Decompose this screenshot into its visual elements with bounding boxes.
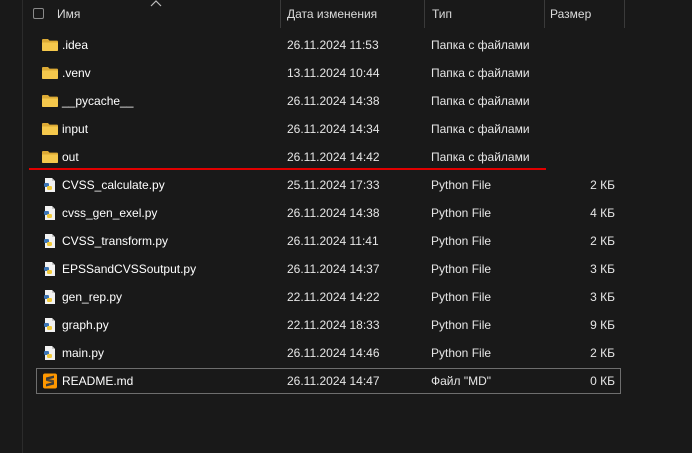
- folder-row[interactable]: .idea 26.11.2024 11:53 Папка с файлами: [0, 31, 692, 59]
- file-name: CVSS_calculate.py: [62, 178, 165, 192]
- red-underline-annotation: [29, 168, 546, 170]
- column-divider[interactable]: [424, 0, 425, 28]
- file-date-modified: 26.11.2024 14:38: [287, 206, 380, 220]
- file-name: __pycache__: [62, 94, 134, 108]
- file-size: 3 КБ: [590, 262, 615, 276]
- python-file-icon: [41, 261, 59, 277]
- sublime-text-file-icon: [41, 373, 59, 389]
- folder-icon: [41, 65, 59, 81]
- column-header-date[interactable]: Дата изменения: [287, 0, 377, 28]
- file-row[interactable]: gen_rep.py 22.11.2024 14:22 Python File 3 К…: [0, 283, 692, 311]
- file-type: Файл "MD": [431, 374, 492, 388]
- file-type: Папка с файлами: [431, 122, 530, 136]
- python-file-icon: [41, 289, 59, 305]
- file-type: Папка с файлами: [431, 66, 530, 80]
- file-date-modified: 26.11.2024 14:37: [287, 262, 380, 276]
- file-type: Папка с файлами: [431, 94, 530, 108]
- file-date-modified: 13.11.2024 10:44: [287, 66, 380, 80]
- file-size: 3 КБ: [590, 290, 615, 304]
- file-name: cvss_gen_exel.py: [62, 206, 158, 220]
- file-size: 2 КБ: [590, 178, 615, 192]
- column-header-size[interactable]: Размер: [550, 0, 591, 28]
- file-type: Python File: [431, 290, 492, 304]
- file-date-modified: 26.11.2024 14:38: [287, 94, 380, 108]
- folder-row[interactable]: __pycache__ 26.11.2024 14:38 Папка с файла…: [0, 87, 692, 115]
- folder-row[interactable]: input 26.11.2024 14:34 Папка с файлами: [0, 115, 692, 143]
- file-size: 0 КБ: [590, 374, 615, 388]
- file-type: Папка с файлами: [431, 38, 530, 52]
- sort-ascending-icon: [150, 0, 162, 7]
- file-type: Python File: [431, 262, 492, 276]
- file-row[interactable]: EPSSandCVSSoutput.py 26.11.2024 14:37 Pyth…: [0, 255, 692, 283]
- file-date-modified: 26.11.2024 14:34: [287, 122, 380, 136]
- file-name: .idea: [62, 38, 89, 52]
- folder-row[interactable]: out 26.11.2024 14:42 Папка с файлами: [0, 143, 692, 171]
- file-row[interactable]: CVSS_calculate.py 25.11.2024 17:33 Python …: [0, 171, 692, 199]
- python-file-icon: [41, 233, 59, 249]
- file-date-modified: 26.11.2024 14:47: [287, 374, 380, 388]
- file-date-modified: 22.11.2024 18:33: [287, 318, 380, 332]
- file-date-modified: 22.11.2024 14:22: [287, 290, 380, 304]
- file-name: CVSS_transform.py: [62, 234, 169, 248]
- file-type: Python File: [431, 346, 492, 360]
- folder-icon: [41, 121, 59, 137]
- file-row[interactable]: CVSS_transform.py 26.11.2024 11:41 Python …: [0, 227, 692, 255]
- file-row[interactable]: graph.py 22.11.2024 18:33 Python File 9 КБ: [0, 311, 692, 339]
- file-size: 2 КБ: [590, 234, 615, 248]
- column-divider[interactable]: [544, 0, 545, 28]
- file-row[interactable]: cvss_gen_exel.py 26.11.2024 14:38 Python F…: [0, 199, 692, 227]
- file-name: .venv: [62, 66, 91, 80]
- file-size: 4 КБ: [590, 206, 615, 220]
- file-name: README.md: [62, 374, 134, 388]
- python-file-icon: [41, 345, 59, 361]
- file-row[interactable]: README.md 26.11.2024 14:47 Файл "MD" 0 КБ: [0, 367, 692, 395]
- python-file-icon: [41, 317, 59, 333]
- file-type: Python File: [431, 318, 492, 332]
- file-size: 9 КБ: [590, 318, 615, 332]
- file-type: Python File: [431, 234, 492, 248]
- file-name: EPSSandCVSSoutput.py: [62, 262, 197, 276]
- column-divider[interactable]: [624, 0, 625, 28]
- file-type: Python File: [431, 178, 492, 192]
- python-file-icon: [41, 177, 59, 193]
- folder-row[interactable]: .venv 13.11.2024 10:44 Папка с файлами: [0, 59, 692, 87]
- column-header-type[interactable]: Тип: [432, 0, 452, 28]
- column-header-name[interactable]: Имя: [57, 0, 80, 28]
- file-name: gen_rep.py: [62, 290, 123, 304]
- file-name: out: [62, 150, 79, 164]
- file-date-modified: 26.11.2024 14:46: [287, 346, 380, 360]
- file-type: Папка с файлами: [431, 150, 530, 164]
- python-file-icon: [41, 205, 59, 221]
- file-date-modified: 26.11.2024 11:53: [287, 38, 379, 52]
- column-divider[interactable]: [280, 0, 281, 28]
- file-date-modified: 25.11.2024 17:33: [287, 178, 380, 192]
- file-name: main.py: [62, 346, 105, 360]
- file-date-modified: 26.11.2024 11:41: [287, 234, 379, 248]
- folder-icon: [41, 93, 59, 109]
- file-size: 2 КБ: [590, 346, 615, 360]
- file-row[interactable]: main.py 26.11.2024 14:46 Python File 2 КБ: [0, 339, 692, 367]
- file-name: graph.py: [62, 318, 109, 332]
- file-name: input: [62, 122, 89, 136]
- column-header-bar: Имя Дата изменения Тип Размер: [0, 0, 692, 28]
- file-type: Python File: [431, 206, 492, 220]
- file-date-modified: 26.11.2024 14:42: [287, 150, 380, 164]
- folder-icon: [41, 37, 59, 53]
- select-all-checkbox[interactable]: [33, 8, 44, 19]
- folder-icon: [41, 149, 59, 165]
